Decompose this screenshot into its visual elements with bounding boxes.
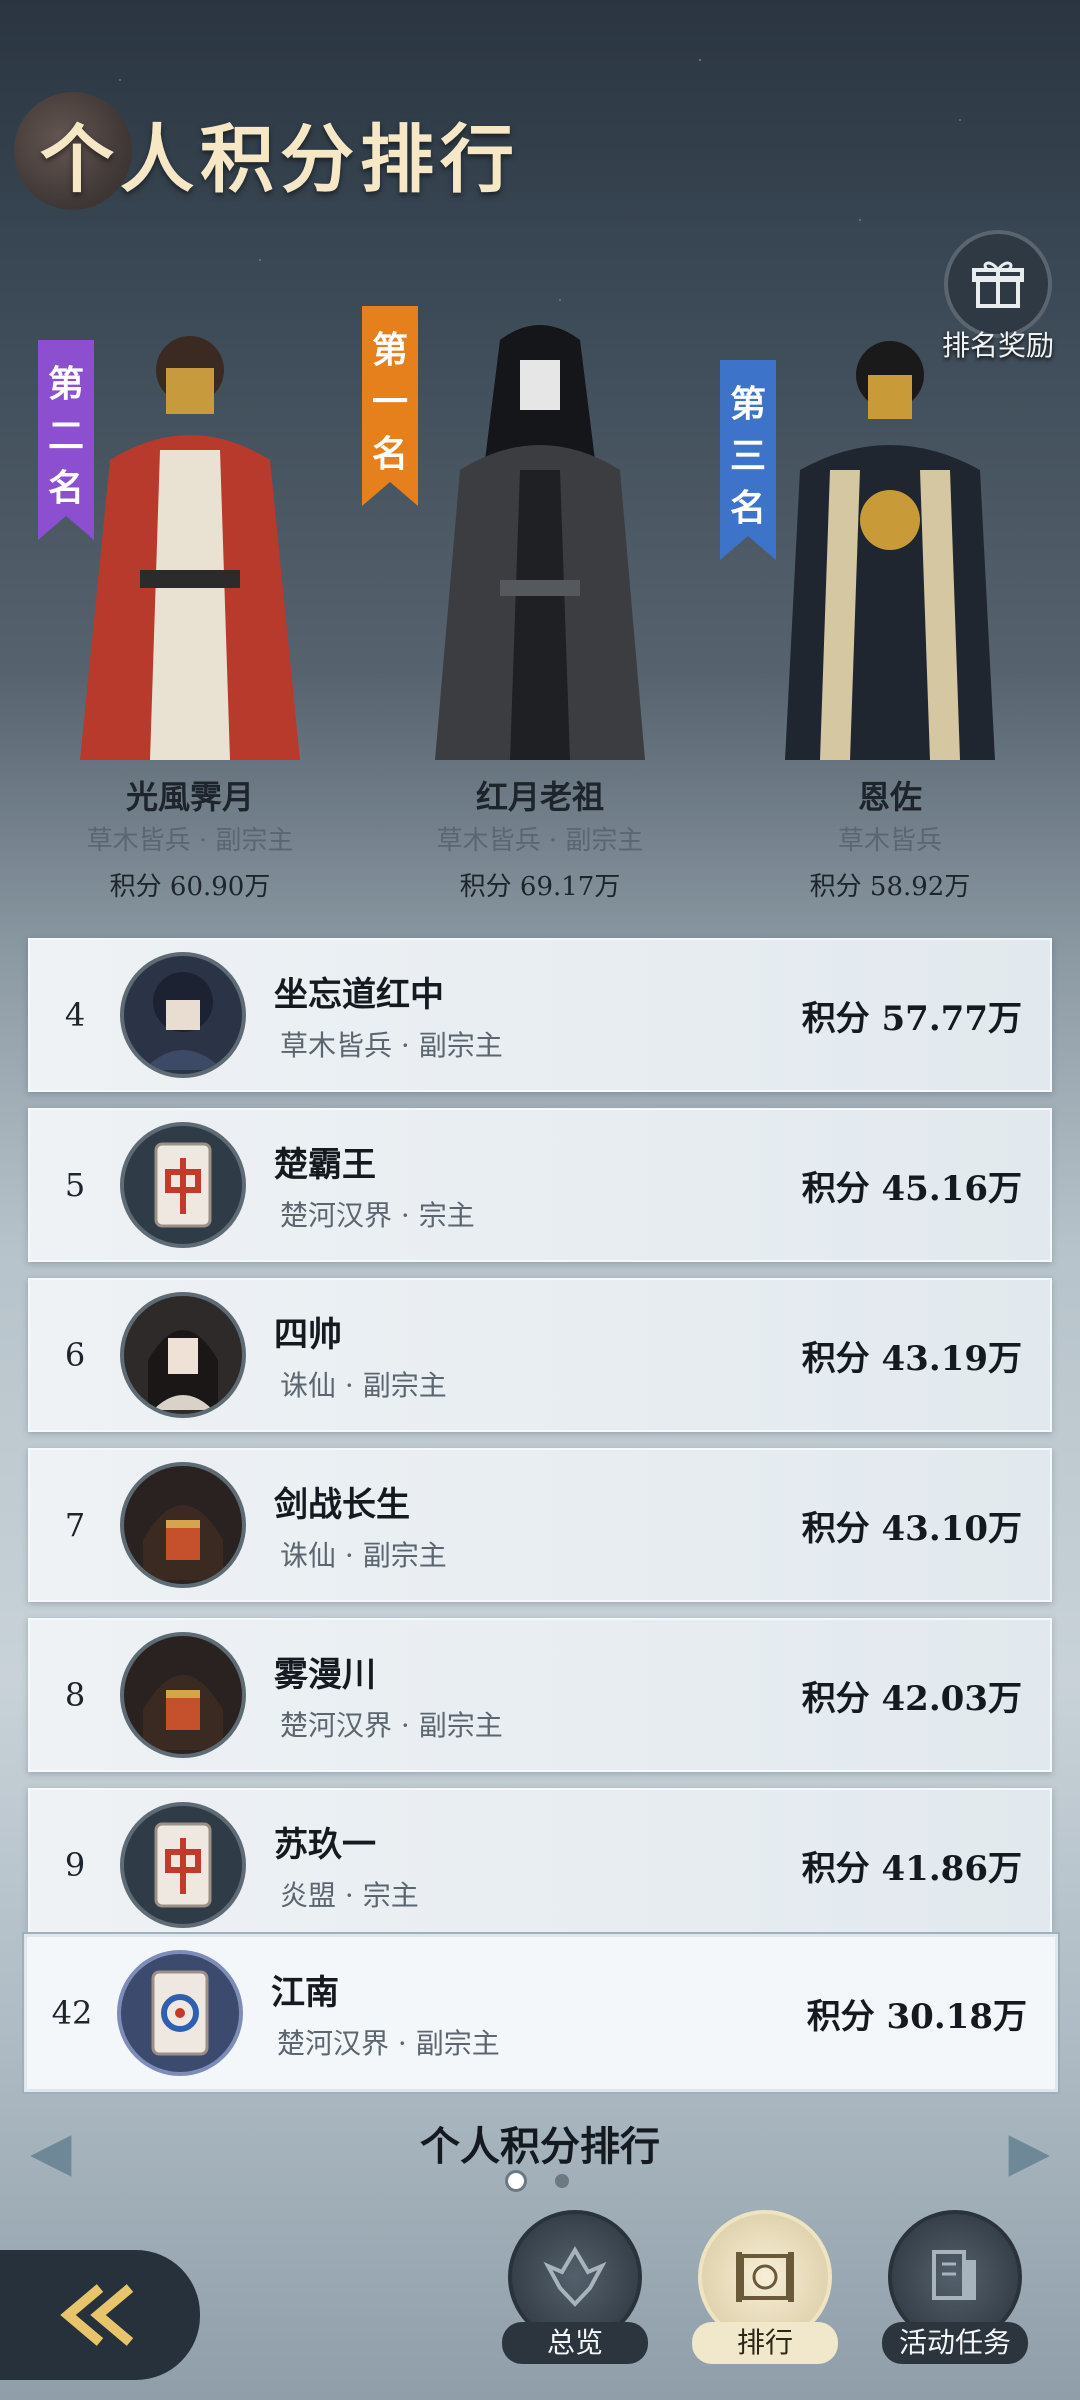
player-name: 苏玖一 [274,1824,376,1865]
ranking-row[interactable]: 6 四帅 诛仙 · 副宗主 积分 43.19万 [28,1278,1052,1432]
rank-number: 8 [64,1676,86,1714]
player-guild: 诛仙 · 副宗主 [280,1538,447,1572]
ranking-row[interactable]: 8 雾漫川 楚河汉界 · 副宗主 积分 42.03万 [28,1618,1052,1772]
back-arrow-icon [60,2284,134,2346]
second-place-banner: 第二名 [38,340,94,540]
player-avatar [120,1632,246,1758]
rank-number: 9 [64,1846,86,1884]
player-score: 积分 43.10万 [801,1508,1022,1549]
my-rank-number: 42 [51,1994,93,2032]
player-name: 雾漫川 [274,1654,376,1695]
player-avatar [120,952,246,1078]
player-guild: 楚河汉界 · 副宗主 [280,1708,503,1742]
player-name: 坐忘道红中 [274,974,444,1015]
page-dot[interactable] [555,2174,569,2188]
player-figure [435,325,645,760]
podium-third-name: 恩佐 [857,778,922,816]
mahjong-tile-avatar-icon [117,1950,243,2076]
first-place-banner: 第一名 [362,306,418,506]
nav-ranking[interactable]: 排行 [690,2210,840,2364]
podium-third-score: 积分 58.92万 [809,872,971,902]
mahjong-tile-avatar-icon [120,1802,246,1928]
ranking-row[interactable]: 5 楚霸王 楚河汉界 · 宗主 积分 45.16万 [28,1108,1052,1262]
podium-first-name: 红月老祖 [475,778,604,816]
player-avatar [120,1292,246,1418]
player-guild: 楚河汉界 · 宗主 [280,1198,475,1232]
podium-first-guild: 草木皆兵 · 副宗主 [436,826,644,856]
player-name: 楚霸王 [274,1144,376,1185]
player-score: 积分 41.86万 [801,1848,1022,1889]
my-score: 积分 30.18万 [806,1996,1027,2037]
my-name: 江南 [271,1972,339,2013]
player-avatar [120,1462,246,1588]
leaderboard-section-title: 个人积分排行 [420,2123,660,2170]
rank-number: 4 [64,996,86,1034]
ranking-row[interactable]: 7 剑战长生 诛仙 · 副宗主 积分 43.10万 [28,1448,1052,1602]
podium-third-guild: 草木皆兵 [837,826,942,856]
player-figure [80,336,300,760]
page-title: 个人积分排行 [40,117,520,203]
player-name: 剑战长生 [274,1484,410,1525]
rank-number: 6 [64,1336,86,1374]
nav-overview-label: 总览 [502,2322,648,2364]
player-score: 积分 43.19万 [801,1338,1022,1379]
player-name: 四帅 [274,1314,342,1355]
player-score: 积分 57.77万 [801,998,1022,1039]
my-ranking-row[interactable]: 42 江南 楚河汉界 · 副宗主 积分 30.18万 [24,1934,1058,2092]
nav-overview[interactable]: 总览 [500,2210,650,2364]
player-figure [785,341,995,760]
podium-second-guild: 草木皆兵 · 副宗主 [86,826,294,856]
player-score: 积分 45.16万 [801,1168,1022,1209]
podium-first-score: 积分 69.17万 [459,872,621,902]
podium-second-score: 积分 60.90万 [109,872,271,902]
player-guild: 草木皆兵 · 副宗主 [280,1028,503,1062]
back-button[interactable] [0,2250,200,2380]
nav-activity-tasks[interactable]: 活动任务 [880,2210,1030,2364]
ranking-row[interactable]: 4 坐忘道红中 草木皆兵 · 副宗主 积分 57.77万 [28,938,1052,1092]
player-guild: 炎盟 · 宗主 [280,1878,419,1912]
my-guild: 楚河汉界 · 副宗主 [277,2026,500,2060]
rank-number: 7 [64,1506,86,1544]
nav-activity-tasks-label: 活动任务 [882,2322,1028,2364]
mahjong-tile-avatar-icon [120,1122,246,1248]
page-indicator [505,2170,569,2192]
third-place-banner: 第三名 [720,360,776,560]
page-dot-active[interactable] [505,2170,527,2192]
player-guild: 诛仙 · 副宗主 [280,1368,447,1402]
player-score: 积分 42.03万 [801,1678,1022,1719]
ranking-row[interactable]: 9 苏玖一 炎盟 · 宗主 积分 41.86万 [28,1788,1052,1942]
nav-ranking-label: 排行 [692,2322,838,2364]
rank-number: 5 [64,1166,86,1204]
podium-second-name: 光風霁月 [125,778,254,816]
